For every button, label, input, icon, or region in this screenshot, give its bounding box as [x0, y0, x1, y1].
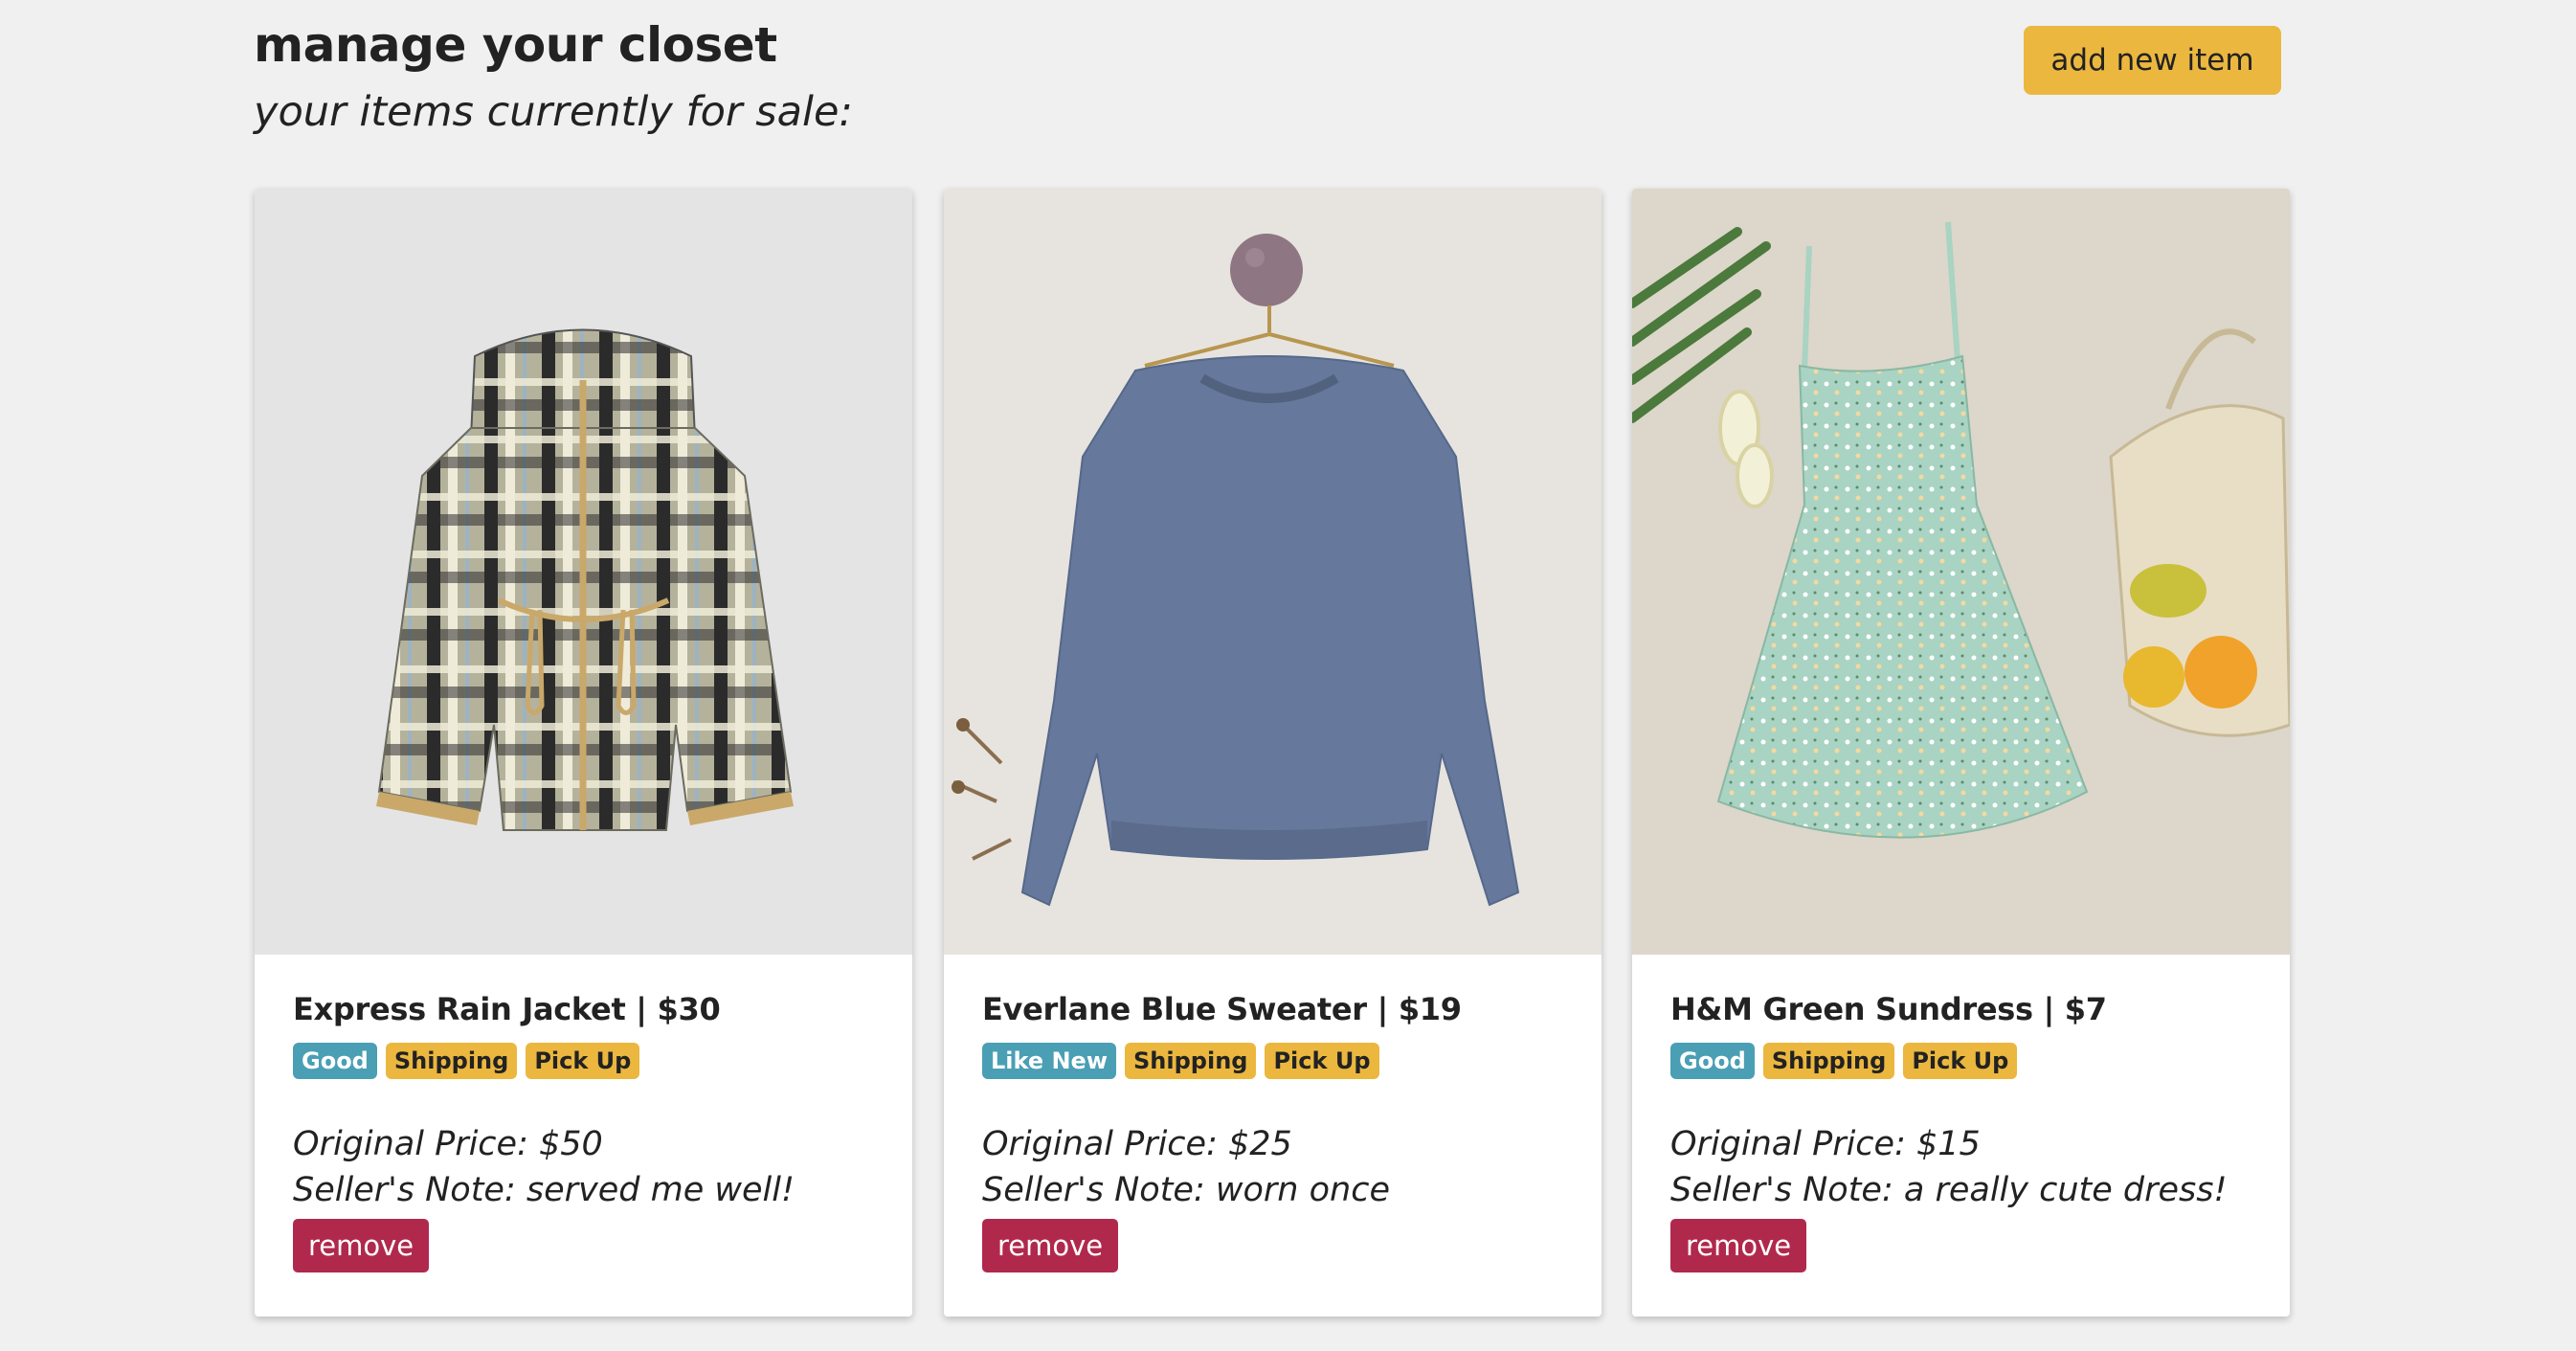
item-title: Everlane Blue Sweater | $19 [982, 991, 1462, 1027]
item-photo-blue-sweater [944, 189, 1602, 955]
pickup-badge: Pick Up [526, 1043, 640, 1079]
pickup-badge: Pick Up [1265, 1043, 1379, 1079]
item-photo-rain-jacket [255, 189, 912, 955]
item-badges: Good Shipping Pick Up [293, 1043, 874, 1079]
seller-note: Seller's Note: worn once [982, 1171, 1390, 1209]
page-subtitle: your items currently for sale: [254, 88, 853, 136]
item-badges: Good Shipping Pick Up [1670, 1043, 2251, 1079]
seller-note: Seller's Note: served me well! [293, 1171, 795, 1209]
pickup-badge: Pick Up [1903, 1043, 2018, 1079]
item-card: Everlane Blue Sweater | $19 Like New Shi… [944, 189, 1602, 1317]
shipping-badge: Shipping [1125, 1043, 1257, 1079]
item-title: Express Rain Jacket | $30 [293, 991, 721, 1027]
page-title: manage your closet [254, 17, 777, 73]
item-card: H&M Green Sundress | $7 Good Shipping Pi… [1632, 189, 2290, 1317]
condition-badge: Good [1670, 1043, 1755, 1079]
condition-badge: Like New [982, 1043, 1117, 1079]
remove-button[interactable]: remove [293, 1219, 430, 1272]
item-photo-green-sundress [1632, 189, 2290, 955]
item-title: H&M Green Sundress | $7 [1670, 991, 2107, 1027]
original-price: Original Price: $25 [982, 1125, 1292, 1163]
seller-note: Seller's Note: a really cute dress! [1670, 1171, 2228, 1209]
remove-button[interactable]: remove [1670, 1219, 1807, 1272]
closet-page: manage your closet your items currently … [0, 0, 2576, 1351]
original-price: Original Price: $15 [1670, 1125, 1981, 1163]
shipping-badge: Shipping [385, 1043, 518, 1079]
item-card: Express Rain Jacket | $30 Good Shipping … [255, 189, 912, 1317]
add-new-item-button[interactable]: add new item [2024, 26, 2281, 95]
shipping-badge: Shipping [1762, 1043, 1895, 1079]
remove-button[interactable]: remove [982, 1219, 1119, 1272]
original-price: Original Price: $50 [293, 1125, 603, 1163]
condition-badge: Good [293, 1043, 377, 1079]
item-badges: Like New Shipping Pick Up [982, 1043, 1563, 1079]
